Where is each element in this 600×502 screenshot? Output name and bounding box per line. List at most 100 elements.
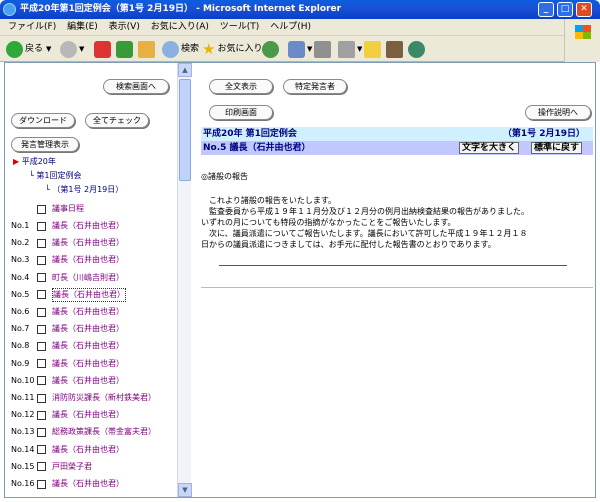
- stop-button[interactable]: [94, 40, 113, 58]
- print-button[interactable]: [314, 40, 333, 58]
- toolbar: 戻る ▼ ▼ 検索 ★ お気に入り ▼ ▼: [0, 36, 600, 62]
- windows-flag-icon: [575, 25, 591, 39]
- speaker-list-item[interactable]: No.6 議長（石井由也君）: [11, 306, 177, 318]
- checkbox[interactable]: [37, 393, 46, 403]
- speaker-link[interactable]: 議長（石井由也君）: [52, 306, 124, 318]
- speaker-link[interactable]: 町長（川嶋吉則君）: [52, 272, 124, 284]
- speaker-link[interactable]: 議長（石井由也君）: [52, 478, 124, 490]
- maximize-button[interactable]: □: [557, 2, 573, 17]
- speaker-list-item[interactable]: No.7 議長（石井由也君）: [11, 323, 177, 335]
- history-button[interactable]: [262, 40, 281, 58]
- speaker-list-item[interactable]: No.13 総務政策課長（帯金富夫君）: [11, 426, 177, 438]
- download-button[interactable]: ダウンロード: [11, 113, 75, 128]
- speaker-list-item[interactable]: No.1 議長（石井由也君）: [11, 220, 177, 232]
- speaker-list-item[interactable]: No.14 議長（石井由也君）: [11, 444, 177, 456]
- speaker-link[interactable]: 議長（石井由也君）: [52, 287, 126, 302]
- checkbox[interactable]: [37, 427, 46, 437]
- favorites-button[interactable]: ★ お気に入り: [202, 40, 262, 58]
- search-button[interactable]: 検索: [162, 40, 199, 58]
- back-button[interactable]: 戻る ▼: [6, 40, 51, 58]
- speaker-link[interactable]: 議長（石井由也君）: [52, 340, 124, 352]
- speaker-list-item[interactable]: No.11 消防防災課長（新村鉄美君）: [11, 392, 177, 404]
- speaker-link[interactable]: 議長（石井由也君）: [52, 444, 124, 456]
- scroll-down-icon[interactable]: ▼: [178, 483, 192, 497]
- speaker-display-button[interactable]: 発言管理表示: [11, 137, 79, 152]
- speaker-link[interactable]: 消防防災課長（新村鉄美君）: [52, 392, 156, 404]
- checkbox[interactable]: [37, 290, 46, 300]
- checkbox[interactable]: [37, 324, 46, 334]
- item-number: No.2: [11, 238, 30, 248]
- refresh-button[interactable]: [116, 40, 135, 58]
- checkbox[interactable]: [37, 359, 46, 369]
- checkbox[interactable]: [37, 238, 46, 248]
- menu-edit[interactable]: 編集(E): [67, 22, 98, 32]
- folder-icon: [364, 40, 381, 58]
- speaker-list-item[interactable]: No.15 戸田榮子君: [11, 461, 177, 473]
- forward-button[interactable]: ▼: [60, 40, 84, 58]
- speaker-list-item[interactable]: No.2 議長（石井由也君）: [11, 237, 177, 249]
- menu-view[interactable]: 表示(V): [109, 22, 140, 32]
- item-number: No.13: [11, 427, 35, 437]
- checkbox[interactable]: [37, 221, 46, 231]
- speaker-list-item[interactable]: No.16 議長（石井由也君）: [11, 478, 177, 490]
- speaker-link[interactable]: 議長（石井由也君）: [52, 375, 124, 387]
- checkbox[interactable]: [37, 410, 46, 420]
- speaker-link[interactable]: 議長（石井由也君）: [52, 254, 124, 266]
- menu-tools[interactable]: ツール(T): [220, 22, 260, 32]
- text-reset-button[interactable]: 標準に戻す: [531, 142, 583, 154]
- speaker-list-item[interactable]: No.8 議長（石井由也君）: [11, 340, 177, 352]
- speaker-list-item[interactable]: No.9 議長（石井由也君）: [11, 358, 177, 370]
- section-title: ◎諸般の報告: [201, 172, 248, 181]
- speaker-link[interactable]: 戸田榮子君: [52, 461, 92, 473]
- check-all-button[interactable]: 全てチェック: [85, 113, 149, 128]
- messenger-button[interactable]: [408, 40, 427, 58]
- specific-speaker-button[interactable]: 特定発言者: [283, 79, 347, 94]
- menu-file[interactable]: ファイル(F): [8, 22, 56, 32]
- speaker-link[interactable]: 議長（石井由也君）: [52, 358, 124, 370]
- tree-year[interactable]: ▶ 平成20年: [13, 157, 56, 167]
- checkbox[interactable]: [37, 255, 46, 265]
- scroll-up-icon[interactable]: ▲: [178, 63, 192, 77]
- minimize-button[interactable]: _: [538, 2, 554, 17]
- operation-help-button[interactable]: 操作説明へ: [525, 105, 591, 120]
- print-screen-button[interactable]: 印刷画面: [209, 105, 273, 120]
- speaker-list-item[interactable]: No.12 議長（石井由也君）: [11, 409, 177, 421]
- close-button[interactable]: ✕: [576, 2, 592, 17]
- tree-session[interactable]: └ 第1回定例会: [29, 171, 81, 181]
- menu-favorites[interactable]: お気に入り(A): [151, 22, 209, 32]
- speaker-link[interactable]: 議長（石井由也君）: [52, 409, 124, 421]
- checkbox[interactable]: [37, 462, 46, 472]
- speaker-link[interactable]: 議長（石井由也君）: [52, 237, 124, 249]
- scroll-thumb[interactable]: [179, 79, 191, 181]
- search-screen-button[interactable]: 検索画面へ: [103, 79, 169, 94]
- checkbox[interactable]: [37, 307, 46, 317]
- checkbox[interactable]: [37, 445, 46, 455]
- checkbox[interactable]: [37, 479, 46, 489]
- checkbox[interactable]: [37, 273, 46, 283]
- menu-help[interactable]: ヘルプ(H): [270, 22, 311, 32]
- home-button[interactable]: [138, 40, 157, 58]
- ie-icon: [3, 3, 16, 16]
- tree-issue[interactable]: └ （第1号 2月19日）: [45, 185, 123, 195]
- speaker-link[interactable]: 議長（石井由也君）: [52, 220, 124, 232]
- speaker-header: No.5 議長（石井由也君） 文字を大きく 標準に戻す: [201, 141, 593, 155]
- checkbox[interactable]: [37, 204, 46, 214]
- checkbox[interactable]: [37, 341, 46, 351]
- speaker-link[interactable]: 総務政策課長（帯金富夫君）: [52, 426, 156, 438]
- speaker-list-item[interactable]: No.3 議長（石井由也君）: [11, 254, 177, 266]
- home-icon: [138, 40, 155, 58]
- speaker-list-item[interactable]: No.4 町長（川嶋吉則君）: [11, 272, 177, 284]
- research-button[interactable]: [386, 40, 405, 58]
- left-scrollbar[interactable]: ▲ ▼: [177, 63, 192, 497]
- folder-button[interactable]: [364, 40, 383, 58]
- text-larger-button[interactable]: 文字を大きく: [459, 142, 520, 154]
- full-display-button[interactable]: 全文表示: [209, 79, 273, 94]
- speaker-list-item[interactable]: No.5 議長（石井由也君）: [11, 287, 177, 302]
- agenda-item[interactable]: 議事日程: [11, 203, 177, 215]
- windows-logo: [564, 19, 600, 62]
- speaker-list-item[interactable]: No.10 議長（石井由也君）: [11, 375, 177, 387]
- edit-button[interactable]: ▼: [338, 40, 362, 58]
- checkbox[interactable]: [37, 376, 46, 386]
- mail-button[interactable]: ▼: [288, 40, 312, 58]
- speaker-link[interactable]: 議長（石井由也君）: [52, 323, 124, 335]
